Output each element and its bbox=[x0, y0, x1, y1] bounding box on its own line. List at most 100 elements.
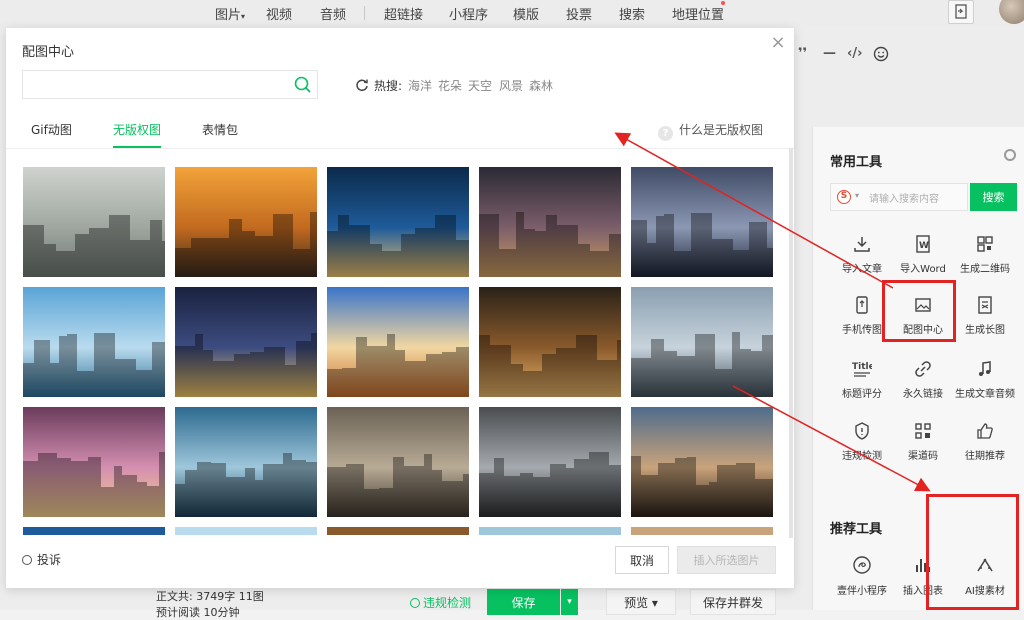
toolbar-template[interactable]: 模版 bbox=[513, 4, 539, 23]
image-thumb-riverside-town-sunset[interactable] bbox=[327, 287, 477, 397]
image-thumb-partial[interactable] bbox=[631, 527, 773, 535]
qr-code-icon bbox=[977, 236, 993, 252]
sogou-logo-icon: S bbox=[837, 190, 851, 204]
word-icon: W bbox=[916, 235, 930, 253]
image-content bbox=[479, 212, 623, 277]
tool-image-center[interactable]: 配图中心 bbox=[888, 295, 958, 336]
image-thumb-angel-statue-over-city[interactable] bbox=[479, 407, 626, 517]
code-icon[interactable]: ‹/› bbox=[847, 46, 862, 61]
tab-gif[interactable]: Gif动图 bbox=[31, 121, 72, 138]
toolbar-location[interactable]: 地理位置 bbox=[672, 4, 724, 23]
save-button[interactable]: 保存 bbox=[487, 589, 560, 615]
editor-toolbar: 图片▾ 视频 音频 超链接 小程序 模版 投票 搜索 地理位置 bbox=[0, 0, 1024, 26]
toolbar-mini-program[interactable]: 小程序 bbox=[449, 4, 488, 23]
tab-stickers[interactable]: 表情包 bbox=[202, 121, 238, 138]
cancel-button[interactable]: 取消 bbox=[615, 546, 669, 574]
violation-check-link[interactable]: 违规检测 bbox=[410, 594, 471, 611]
side-search-placeholder: 请输入搜索内容 bbox=[869, 194, 939, 205]
common-tools-title: 常用工具 bbox=[830, 155, 883, 170]
emoji-icon[interactable] bbox=[873, 46, 889, 65]
import-icon bbox=[854, 237, 870, 252]
image-icon bbox=[915, 298, 931, 312]
toolbar-vote[interactable]: 投票 bbox=[566, 4, 592, 23]
image-thumb-city-sunset-skyline[interactable] bbox=[175, 167, 318, 277]
document-icon[interactable] bbox=[948, 0, 974, 24]
toolbar-audio[interactable]: 音频 bbox=[320, 4, 346, 23]
image-thumb-foggy-city-at-dusk[interactable] bbox=[631, 167, 775, 277]
divider-icon[interactable]: — bbox=[823, 46, 836, 61]
mini-program-icon bbox=[853, 556, 871, 574]
reading-time: 预计阅读 10分钟 bbox=[156, 606, 240, 619]
save-and-publish-button[interactable]: 保存并群发 bbox=[690, 589, 776, 615]
tab-copyright-free[interactable]: 无版权图 bbox=[113, 121, 161, 138]
hot-word-ocean[interactable]: 海洋 bbox=[408, 77, 432, 94]
tool-generate-qr[interactable]: 生成二维码 bbox=[950, 234, 1020, 275]
hot-word-sky[interactable]: 天空 bbox=[468, 77, 492, 94]
tool-title-score[interactable]: Title 标题评分 bbox=[827, 359, 897, 400]
svg-text:W: W bbox=[919, 241, 929, 251]
avatar[interactable] bbox=[999, 0, 1024, 24]
report-link[interactable]: 投诉 bbox=[22, 551, 61, 568]
search-icon[interactable] bbox=[294, 76, 311, 93]
image-thumb-lamp-lit-alley-at-dusk[interactable] bbox=[479, 287, 629, 397]
thumbs-up-icon bbox=[977, 423, 993, 439]
tool-import-article[interactable]: 导入文章 bbox=[827, 234, 897, 275]
tool-permanent-link[interactable]: 永久链接 bbox=[888, 359, 958, 400]
image-content bbox=[631, 456, 774, 517]
image-thumb-partial[interactable] bbox=[23, 527, 165, 535]
hot-word-flowers[interactable]: 花朵 bbox=[438, 77, 462, 94]
image-content bbox=[327, 454, 479, 517]
tool-violation-check[interactable]: 违规检测 bbox=[827, 421, 897, 462]
tool-long-image[interactable]: 生成长图 bbox=[950, 295, 1020, 336]
chevron-down-icon[interactable]: ▾ bbox=[561, 589, 578, 615]
tool-mini-program[interactable]: 壹伴小程序 bbox=[827, 555, 897, 597]
tool-past-recommend[interactable]: 往期推荐 bbox=[950, 421, 1020, 462]
chevron-down-icon[interactable]: ▾ bbox=[855, 191, 859, 200]
image-thumb-castle-over-city-lights[interactable] bbox=[23, 407, 177, 517]
title-score-icon: Title bbox=[852, 362, 872, 377]
toolbar-search[interactable]: 搜索 bbox=[619, 4, 645, 23]
quote-icon[interactable]: ❜❜ bbox=[798, 46, 807, 61]
image-search-input[interactable] bbox=[22, 70, 318, 99]
image-content bbox=[327, 215, 476, 277]
grid-scrollbar[interactable] bbox=[789, 148, 793, 538]
toolbar-video[interactable]: 视频 bbox=[266, 4, 292, 23]
tool-phone-upload[interactable]: 手机传图 bbox=[827, 295, 897, 336]
image-center-dialog: 配图中心 × 热搜: 海洋 花朵 天空 风景 森林 Gif动图 无版权图 表情包… bbox=[6, 28, 794, 588]
long-image-icon bbox=[978, 296, 992, 314]
tool-channel-code[interactable]: 渠道码 bbox=[888, 421, 958, 462]
hot-word-scenery[interactable]: 风景 bbox=[499, 77, 523, 94]
hot-search-label: 热搜: bbox=[374, 79, 403, 93]
tool-insert-chart[interactable]: 插入图表 bbox=[888, 555, 958, 597]
image-thumb-skyline-aerial-at-sunrise[interactable] bbox=[631, 287, 773, 397]
image-thumb-waterfront-city-aerial[interactable] bbox=[23, 287, 170, 397]
tool-ai-search-material[interactable]: AI搜素材 bbox=[950, 555, 1020, 597]
copyright-free-help-link[interactable]: ? 什么是无版权图 bbox=[658, 121, 763, 141]
hot-word-forest[interactable]: 森林 bbox=[529, 77, 553, 94]
image-thumb-street-dancer-with-red-scarf[interactable] bbox=[23, 167, 171, 277]
image-thumb-partial[interactable] bbox=[479, 527, 621, 535]
notification-dot bbox=[721, 1, 725, 5]
preview-button[interactable]: 预览 ▾ bbox=[606, 589, 676, 615]
side-search-button[interactable]: 搜索 bbox=[970, 183, 1017, 211]
image-thumb-night-street-storefronts[interactable] bbox=[479, 167, 623, 277]
image-thumb-partial[interactable] bbox=[327, 527, 469, 535]
close-icon[interactable]: × bbox=[769, 34, 787, 52]
refresh-icon[interactable] bbox=[355, 78, 369, 92]
image-thumb-wooden-bridge-over-canal[interactable] bbox=[631, 407, 774, 517]
image-grid bbox=[23, 167, 775, 535]
report-icon bbox=[22, 555, 32, 565]
toolbar-hyperlink[interactable]: 超链接 bbox=[384, 4, 423, 23]
image-thumb-partial[interactable] bbox=[175, 527, 317, 535]
insert-selected-images-button[interactable]: 插入所选图片 bbox=[677, 546, 776, 574]
music-note-icon bbox=[979, 361, 991, 376]
tool-import-word[interactable]: W 导入Word bbox=[888, 234, 958, 275]
gear-icon[interactable] bbox=[1004, 149, 1016, 161]
image-thumb-twin-towers-at-night[interactable] bbox=[175, 287, 330, 397]
side-search-input[interactable]: S ▾ 请输入搜索内容 bbox=[830, 183, 968, 211]
image-thumb-surreal-folded-city[interactable] bbox=[327, 407, 479, 517]
tool-article-audio[interactable]: 生成文章音频 bbox=[950, 359, 1020, 400]
image-thumb-city-night-light-trails[interactable] bbox=[327, 167, 476, 277]
image-thumb-glass-skyscraper-looking-up[interactable] bbox=[175, 407, 322, 517]
toolbar-picture[interactable]: 图片▾ bbox=[215, 4, 245, 23]
